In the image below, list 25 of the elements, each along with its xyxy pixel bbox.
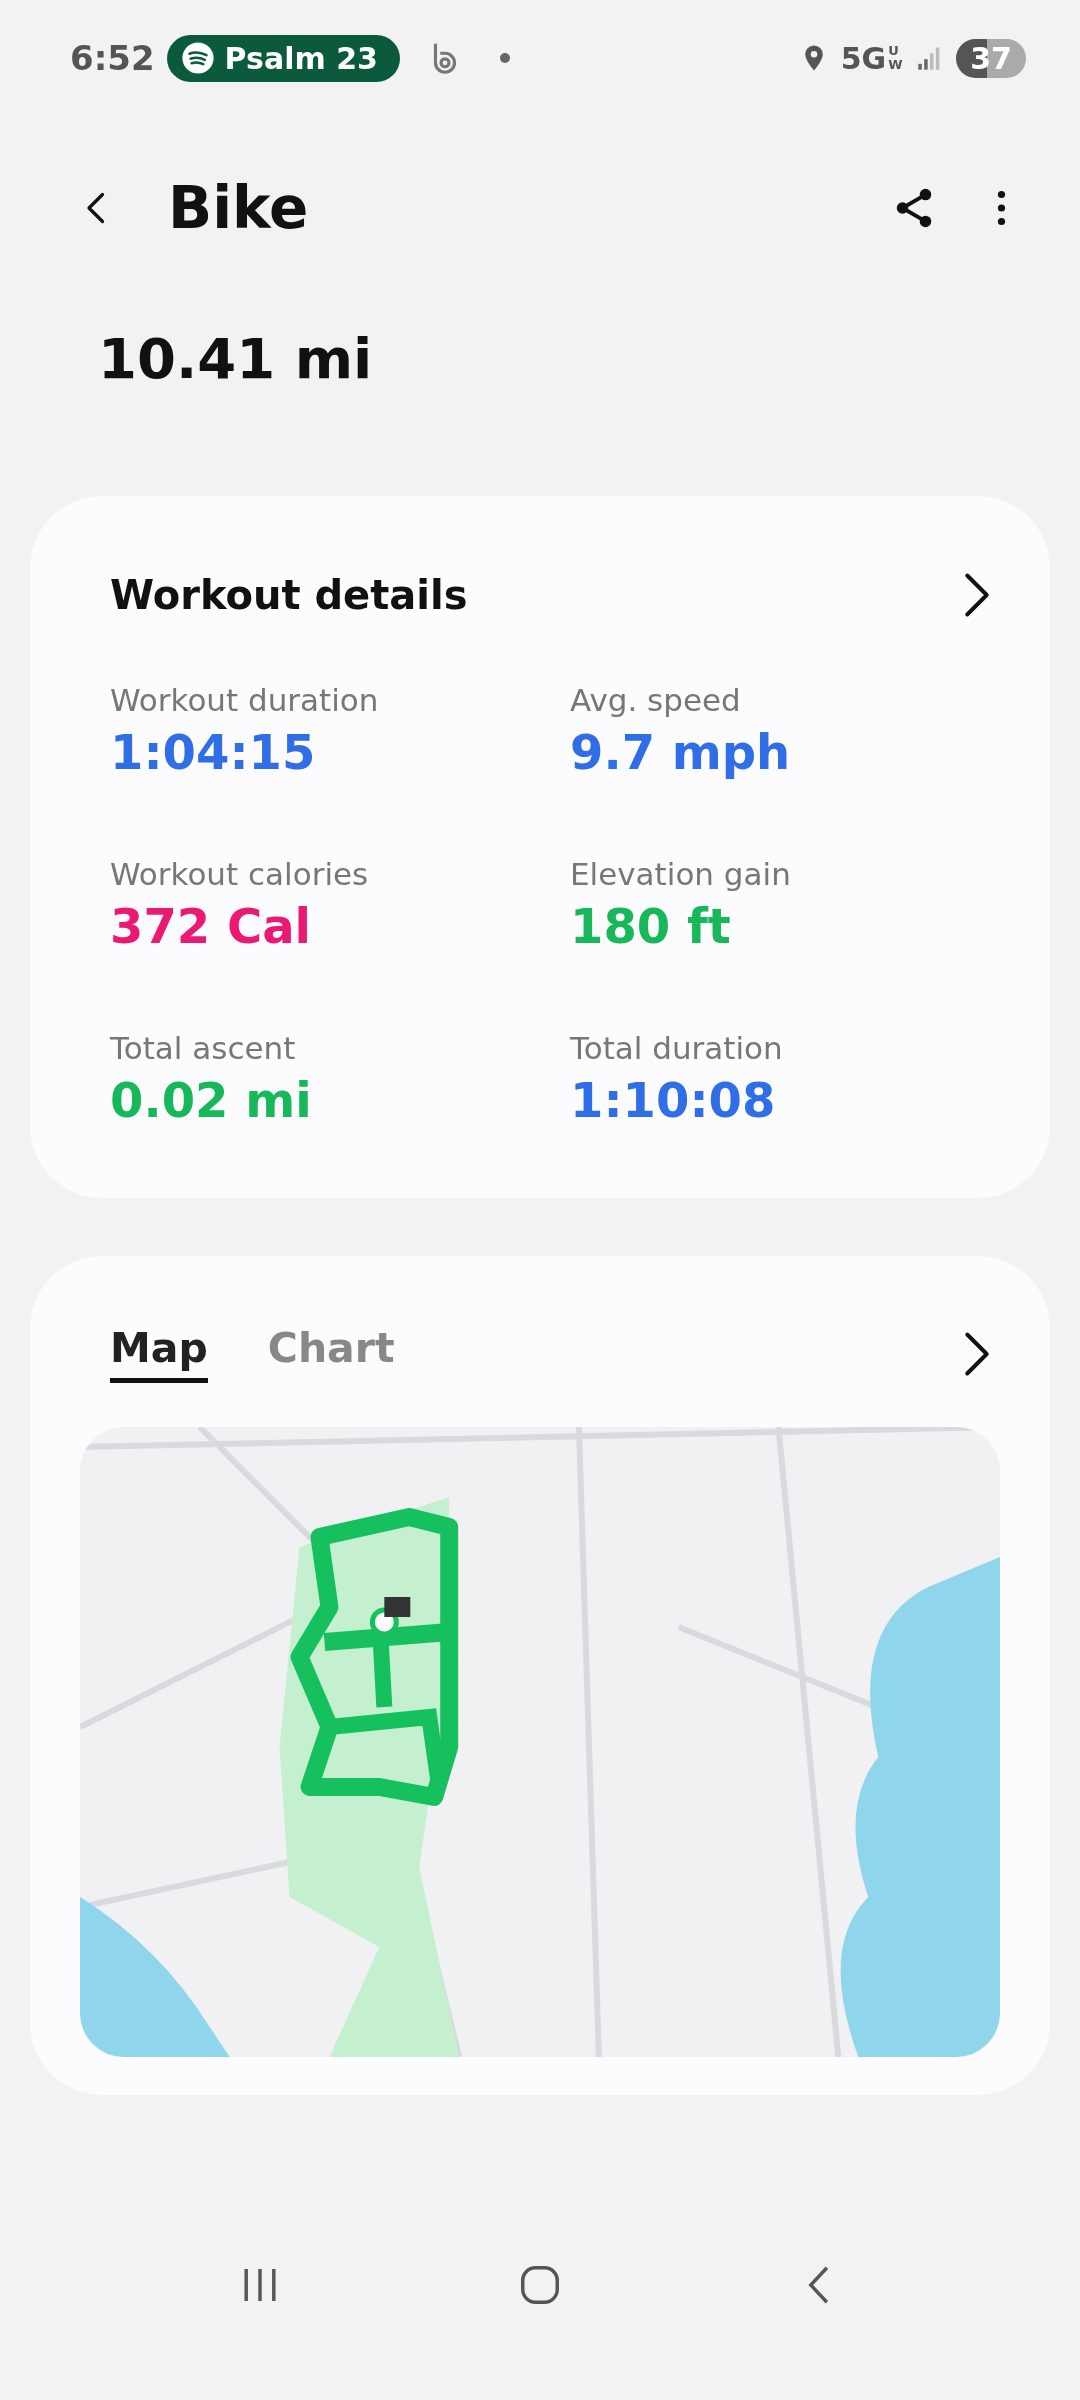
- notification-dot-icon: [499, 53, 510, 63]
- metric-label: Avg. speed: [570, 682, 742, 718]
- metric-label: Workout duration: [110, 682, 380, 718]
- distance-value: 10.41 mi: [97, 325, 374, 393]
- card-title: Workout details: [110, 572, 468, 618]
- view-tab[interactable]: Map: [110, 1324, 208, 1383]
- metric-value: 1:04:15: [110, 724, 317, 780]
- metric-value: 1:10:08: [570, 1072, 777, 1128]
- status-time: 6:52: [70, 38, 155, 78]
- network-type: 5G: [840, 40, 887, 76]
- media-pill[interactable]: Psalm 23: [166, 34, 400, 82]
- metric-label: Elevation gain: [570, 856, 792, 892]
- more-options-icon[interactable]: [997, 188, 1006, 228]
- metric-value: 180 ft: [570, 898, 732, 954]
- music-app-icon: [180, 41, 215, 75]
- metric-label: Total duration: [570, 1030, 784, 1066]
- network-subtype: UW: [888, 44, 904, 72]
- metric-label: Workout calories: [110, 856, 370, 892]
- metric-label: Total ascent: [110, 1030, 297, 1066]
- chevron-right-icon[interactable]: [964, 1330, 990, 1377]
- page-title: Bike: [168, 174, 309, 242]
- metric-value: 0.02 mi: [110, 1072, 313, 1128]
- metric-value: 372 Cal: [110, 898, 312, 954]
- chevron-right-icon[interactable]: [964, 572, 990, 618]
- metric-value: 9.7 mph: [570, 724, 792, 780]
